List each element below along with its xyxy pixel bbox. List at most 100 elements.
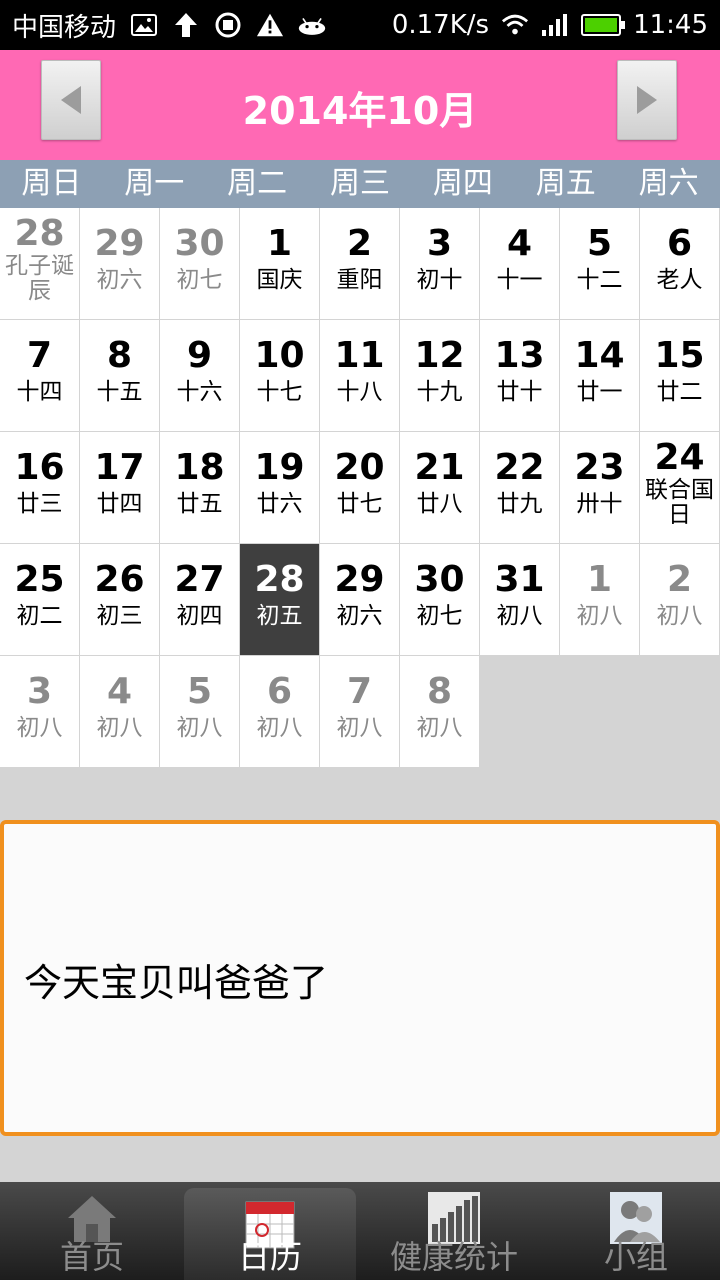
calendar-day[interactable]: 10 十七 xyxy=(240,320,320,432)
calendar-day[interactable]: 11 十八 xyxy=(320,320,400,432)
android-icon xyxy=(298,11,326,39)
day-number: 14 xyxy=(574,335,625,376)
calendar-day[interactable]: 19 廿六 xyxy=(240,432,320,544)
lunar-label: 初八 xyxy=(416,715,463,741)
calendar-day[interactable]: 25 初二 xyxy=(0,544,80,656)
lunar-label: 初十 xyxy=(416,267,463,293)
tab-group[interactable]: 小组 xyxy=(552,1182,720,1280)
calendar-day[interactable]: 28 孔子诞辰 xyxy=(0,208,80,320)
day-number: 20 xyxy=(334,447,385,488)
lunar-label: 初四 xyxy=(176,603,223,629)
calendar-day[interactable]: 18 廿五 xyxy=(160,432,240,544)
day-number: 2 xyxy=(666,559,693,600)
calendar-grid: 28 孔子诞辰 29 初六 30 初七 1 国庆 2 重阳 3 初十 4 十一 5 十二 6 老人 7 十四 8 十五 9 十… xyxy=(0,208,720,768)
calendar-day[interactable]: 4 初八 xyxy=(80,656,160,768)
calendar-day[interactable]: 17 廿四 xyxy=(80,432,160,544)
calendar-day[interactable]: 29 初六 xyxy=(80,208,160,320)
calendar-day[interactable]: 7 初八 xyxy=(320,656,400,768)
calendar-day[interactable]: 30 初七 xyxy=(400,544,480,656)
calendar-day[interactable]: 24 联合国日 xyxy=(640,432,720,544)
calendar-day[interactable]: 6 老人 xyxy=(640,208,720,320)
calendar-day[interactable]: 5 初八 xyxy=(160,656,240,768)
day-number: 19 xyxy=(254,447,305,488)
lunar-label: 初八 xyxy=(336,715,383,741)
calendar-day[interactable]: 1 国庆 xyxy=(240,208,320,320)
lunar-label: 初六 xyxy=(96,267,143,293)
weekday-label: 周六 xyxy=(638,166,699,201)
calendar-day[interactable]: 13 廿十 xyxy=(480,320,560,432)
next-month-button[interactable] xyxy=(617,60,677,140)
image-icon xyxy=(130,11,158,39)
calendar-day[interactable]: 3 初八 xyxy=(0,656,80,768)
day-number: 7 xyxy=(26,335,53,376)
weekday-label: 周三 xyxy=(330,166,390,201)
weekday-label: 周五 xyxy=(535,166,596,201)
lunar-label: 初八 xyxy=(576,603,623,629)
day-number: 30 xyxy=(174,223,225,264)
lunar-label: 十八 xyxy=(336,379,383,405)
day-number: 30 xyxy=(414,559,465,600)
calendar-day[interactable]: 7 十四 xyxy=(0,320,80,432)
calendar-day[interactable]: 6 初八 xyxy=(240,656,320,768)
day-number: 29 xyxy=(334,559,385,600)
day-number: 8 xyxy=(426,671,453,712)
lunar-label: 初八 xyxy=(176,715,223,741)
calendar-day[interactable]: 20 廿七 xyxy=(320,432,400,544)
day-number: 24 xyxy=(654,437,705,478)
calendar-day[interactable]: 27 初四 xyxy=(160,544,240,656)
tab-calendar[interactable]: 日历 xyxy=(184,1188,356,1280)
calendar-day[interactable]: 29 初六 xyxy=(320,544,400,656)
lunar-label: 老人 xyxy=(656,267,703,293)
calendar-day[interactable]: 2 初八 xyxy=(640,544,720,656)
calendar-day[interactable]: 21 廿八 xyxy=(400,432,480,544)
calendar-day[interactable]: 14 廿一 xyxy=(560,320,640,432)
calendar-day[interactable]: 9 十六 xyxy=(160,320,240,432)
day-number: 25 xyxy=(14,559,65,600)
weekday-header-row: 周日 周一 周二 周三 周四 周五 周六 xyxy=(0,160,720,208)
diary-note-box[interactable]: 今天宝贝叫爸爸了 xyxy=(0,820,720,1136)
status-bar: 中国移动 0.17K/s 11:45 xyxy=(0,0,720,50)
calendar-day[interactable]: 26 初三 xyxy=(80,544,160,656)
day-number: 6 xyxy=(266,671,293,712)
calendar-day[interactable]: 1 初八 xyxy=(560,544,640,656)
calendar-day[interactable]: 31 初八 xyxy=(480,544,560,656)
calendar-day-selected[interactable]: 28 初五 xyxy=(240,544,320,656)
lunar-label: 廿三 xyxy=(16,491,63,517)
day-number: 12 xyxy=(414,335,465,376)
lunar-label: 初五 xyxy=(256,603,303,629)
calendar-day[interactable]: 4 十一 xyxy=(480,208,560,320)
weekday-label: 周二 xyxy=(227,166,288,201)
lunar-label: 十五 xyxy=(96,379,143,405)
lunar-label: 廿五 xyxy=(176,491,223,517)
lunar-label: 初八 xyxy=(496,603,543,629)
lunar-label: 初六 xyxy=(336,603,383,629)
weekday-label: 周四 xyxy=(432,166,493,201)
day-number: 29 xyxy=(94,223,145,264)
battery-icon xyxy=(581,14,626,36)
tab-health-stats[interactable]: 健康统计 xyxy=(356,1182,552,1280)
signal-icon xyxy=(541,11,569,39)
calendar-day[interactable]: 30 初七 xyxy=(160,208,240,320)
lunar-label: 廿四 xyxy=(96,491,143,517)
day-number: 27 xyxy=(174,559,225,600)
lunar-label: 初八 xyxy=(16,715,63,741)
calendar-day[interactable]: 8 初八 xyxy=(400,656,480,768)
calendar-day[interactable]: 12 十九 xyxy=(400,320,480,432)
calendar-day[interactable]: 22 廿九 xyxy=(480,432,560,544)
lunar-label: 国庆 xyxy=(256,267,303,293)
lunar-label: 卅十 xyxy=(576,491,623,517)
lunar-label: 十七 xyxy=(256,379,303,405)
calendar-day[interactable]: 3 初十 xyxy=(400,208,480,320)
lunar-label: 初七 xyxy=(176,267,223,293)
calendar-day[interactable]: 16 廿三 xyxy=(0,432,80,544)
calendar-day[interactable]: 8 十五 xyxy=(80,320,160,432)
calendar-day[interactable]: 23 卅十 xyxy=(560,432,640,544)
day-number: 21 xyxy=(414,447,465,488)
calendar-day[interactable]: 2 重阳 xyxy=(320,208,400,320)
calendar-day[interactable]: 15 廿二 xyxy=(640,320,720,432)
lunar-label: 孔子诞辰 xyxy=(5,253,74,304)
calendar-day[interactable]: 5 十二 xyxy=(560,208,640,320)
tab-home[interactable]: 首页 xyxy=(0,1182,184,1280)
lunar-label: 十六 xyxy=(176,379,223,405)
day-number: 16 xyxy=(14,447,65,488)
